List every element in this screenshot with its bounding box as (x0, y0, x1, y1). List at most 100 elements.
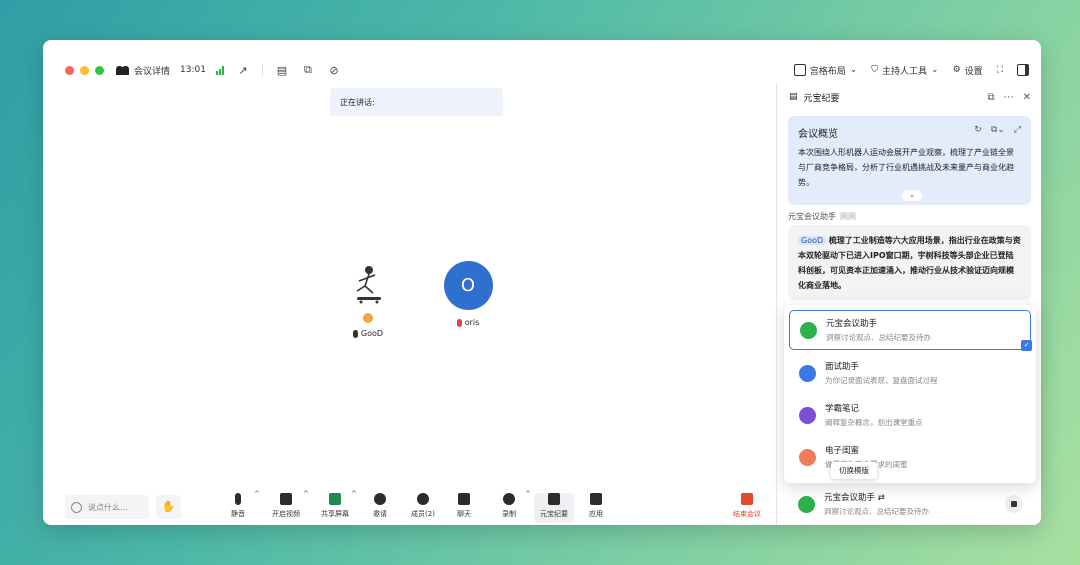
template-name: 电子闺蜜 (825, 446, 860, 456)
overview-title: 会议概览 (798, 129, 838, 140)
template-name: 元宝会议助手 (826, 319, 878, 329)
record-button[interactable]: 录制 (489, 493, 529, 523)
mute-options-caret[interactable]: ^ (254, 490, 260, 498)
assistant-time: 刚刚 (840, 212, 856, 221)
grid-layout-button[interactable]: 宫格布局 ⌄ (793, 64, 858, 77)
template-option-yuanbao[interactable]: 元宝会议助手 洞察讨论观点、总结纪要及待办 ✓ (789, 310, 1032, 351)
refresh-icon[interactable]: ↻ (974, 125, 982, 140)
assistant-name: 元宝会议助手 (788, 212, 836, 221)
chevron-down-icon[interactable]: ⌄ (902, 190, 922, 201)
assistant-label: 元宝会议助手 刚刚 (788, 211, 856, 222)
settings-button[interactable]: ⚙ 设置 (953, 64, 983, 77)
switch-icon[interactable]: ⇄ (878, 493, 885, 503)
mute-label: 静音 (231, 510, 245, 518)
meeting-details-link[interactable]: 会议详情 (134, 64, 170, 77)
host-tools-button[interactable]: ⛉ 主持人工具 ⌄ (871, 64, 938, 77)
grid-layout-label: 宫格布局 (809, 66, 846, 77)
external-link-icon[interactable]: ↗ (236, 63, 250, 77)
share-options-caret[interactable]: ^ (351, 490, 357, 498)
template-desc: 阐释复杂概念，划出课堂重点 (825, 418, 923, 427)
chat-icon (458, 493, 470, 505)
emoji-icon[interactable] (71, 501, 82, 513)
grid-icon (793, 64, 806, 76)
sidebar-toggle-button[interactable] (1017, 64, 1029, 76)
share-screen-button[interactable]: 共享屏幕 (315, 493, 355, 523)
copy-icon[interactable]: ⧉⌄ (991, 125, 1005, 140)
friends-icon (799, 448, 816, 466)
close-window-button[interactable] (65, 65, 74, 75)
video-options-caret[interactable]: ^ (303, 490, 309, 498)
say-something-input[interactable]: 说点什么... (65, 495, 149, 519)
record-label: 录制 (502, 510, 516, 518)
raise-hand-button[interactable]: ✋ (156, 495, 181, 519)
participant-tile[interactable]: GooD (343, 261, 393, 338)
meeting-time: 13:01 (180, 65, 206, 75)
invite-user-icon (374, 493, 386, 505)
switch-template-tooltip: 切换模版 (831, 462, 877, 479)
chat-label: 聊天 (457, 510, 471, 518)
notes-icon[interactable]: ▤ (275, 63, 289, 77)
template-dropdown: 元宝会议助手 洞察讨论观点、总结纪要及待办 ✓ 面试助手 为你记录面试表现，复盘… (784, 305, 1036, 483)
participant-name-label: GooD (360, 329, 384, 338)
end-meeting-button[interactable]: 结束会议 (727, 493, 767, 523)
participant-tile[interactable]: O oris (441, 261, 495, 327)
members-icon (417, 493, 429, 505)
yuanbao-notes-button[interactable]: 元宝纪要 (534, 493, 574, 523)
bottom-toolbar: 说点什么... ✋ 静音 ^ 开启视频 ^ 共享屏幕 ^ 邀请 成员(2) 聊天 (43, 483, 776, 525)
assistant-text: 梳理了工业制造等六大应用场景，指出行业在政策与资本双轮驱动下已进入IPO窗口期，… (798, 236, 1021, 290)
mention-tag[interactable]: GooD (798, 236, 827, 245)
invite-button[interactable]: 邀请 (360, 493, 400, 523)
graduation-cap-icon (799, 406, 816, 424)
privacy-icon[interactable]: ⊘ (327, 63, 341, 77)
template-option-e-bestie[interactable]: 电子闺蜜 做最懂你开会需求的闺蜜 (789, 437, 1031, 477)
members-button[interactable]: 成员(2) (403, 493, 443, 523)
template-option-study-notes[interactable]: 学霸笔记 阐释复杂概念，划出课堂重点 (789, 395, 1031, 435)
panel-header: ▤ 元宝纪要 ⧉ ⋯ ✕ (777, 83, 1041, 111)
settings-label: 设置 (964, 66, 983, 77)
current-template-name: 元宝会议助手 (824, 493, 876, 503)
mic-muted-icon (456, 318, 462, 327)
microphone-icon (235, 493, 241, 505)
title-bar: 会议详情 13:01 ↗ ▤ ⧉ ⊘ 宫格布局 ⌄ ⛉ 主持人工具 ⌄ ⚙ 设置… (43, 57, 1041, 83)
apps-button[interactable]: 应用 (576, 493, 616, 523)
start-video-button[interactable]: 开启视频 (266, 493, 306, 523)
template-name: 面试助手 (825, 362, 860, 372)
minimize-window-button[interactable] (80, 65, 89, 75)
popout-icon[interactable]: ⧉ (987, 92, 994, 103)
stop-button[interactable] (1005, 495, 1023, 513)
template-option-interview[interactable]: 面试助手 为你记录面试表现，复盘面试过程 (789, 353, 1031, 393)
expand-icon[interactable]: ⤢ (1014, 125, 1021, 140)
record-icon (503, 493, 515, 505)
chevron-down-icon: ⌄ (849, 65, 858, 75)
template-desc: 为你记录面试表现，复盘面试过程 (825, 376, 938, 385)
start-video-label: 开启视频 (272, 510, 300, 518)
app-logo-icon (116, 65, 129, 75)
video-stage: 正在讲话: GooD O oris (43, 83, 776, 483)
titlebar-right: 宫格布局 ⌄ ⛉ 主持人工具 ⌄ ⚙ 设置 ⛶ (784, 64, 1029, 77)
sidebar-icon (1017, 64, 1029, 76)
gear-icon: ⚙ (952, 65, 961, 75)
mic-icon (352, 329, 358, 338)
end-meeting-label: 结束会议 (733, 510, 761, 518)
participant-name-label: oris (464, 318, 480, 327)
host-tools-label: 主持人工具 (882, 66, 928, 77)
record-options-caret[interactable]: ^ (525, 490, 531, 498)
check-icon: ✓ (1021, 340, 1032, 351)
avatar (343, 261, 393, 311)
chat-button[interactable]: 聊天 (444, 493, 484, 523)
more-icon[interactable]: ⋯ (1004, 92, 1014, 103)
share-screen-icon (329, 493, 341, 505)
current-template-bar[interactable]: 元宝会议助手 ⇄ 洞察讨论观点、总结纪要及待办 (776, 483, 1041, 525)
maximize-window-button[interactable] (95, 65, 104, 75)
apps-label: 应用 (589, 510, 603, 518)
members-label: 成员(2) (411, 510, 435, 518)
mute-button[interactable]: 静音 (218, 493, 258, 523)
video-off-icon (280, 493, 292, 505)
fullscreen-button[interactable]: ⛶ (997, 65, 1003, 75)
hand-icon: ✋ (161, 500, 176, 513)
panel-title: 元宝纪要 (803, 93, 840, 104)
chevron-down-icon: ⌄ (931, 65, 939, 75)
template-desc: 洞察讨论观点、总结纪要及待办 (826, 333, 931, 342)
translate-icon[interactable]: ⧉ (301, 63, 315, 77)
close-icon[interactable]: ✕ (1023, 92, 1031, 103)
